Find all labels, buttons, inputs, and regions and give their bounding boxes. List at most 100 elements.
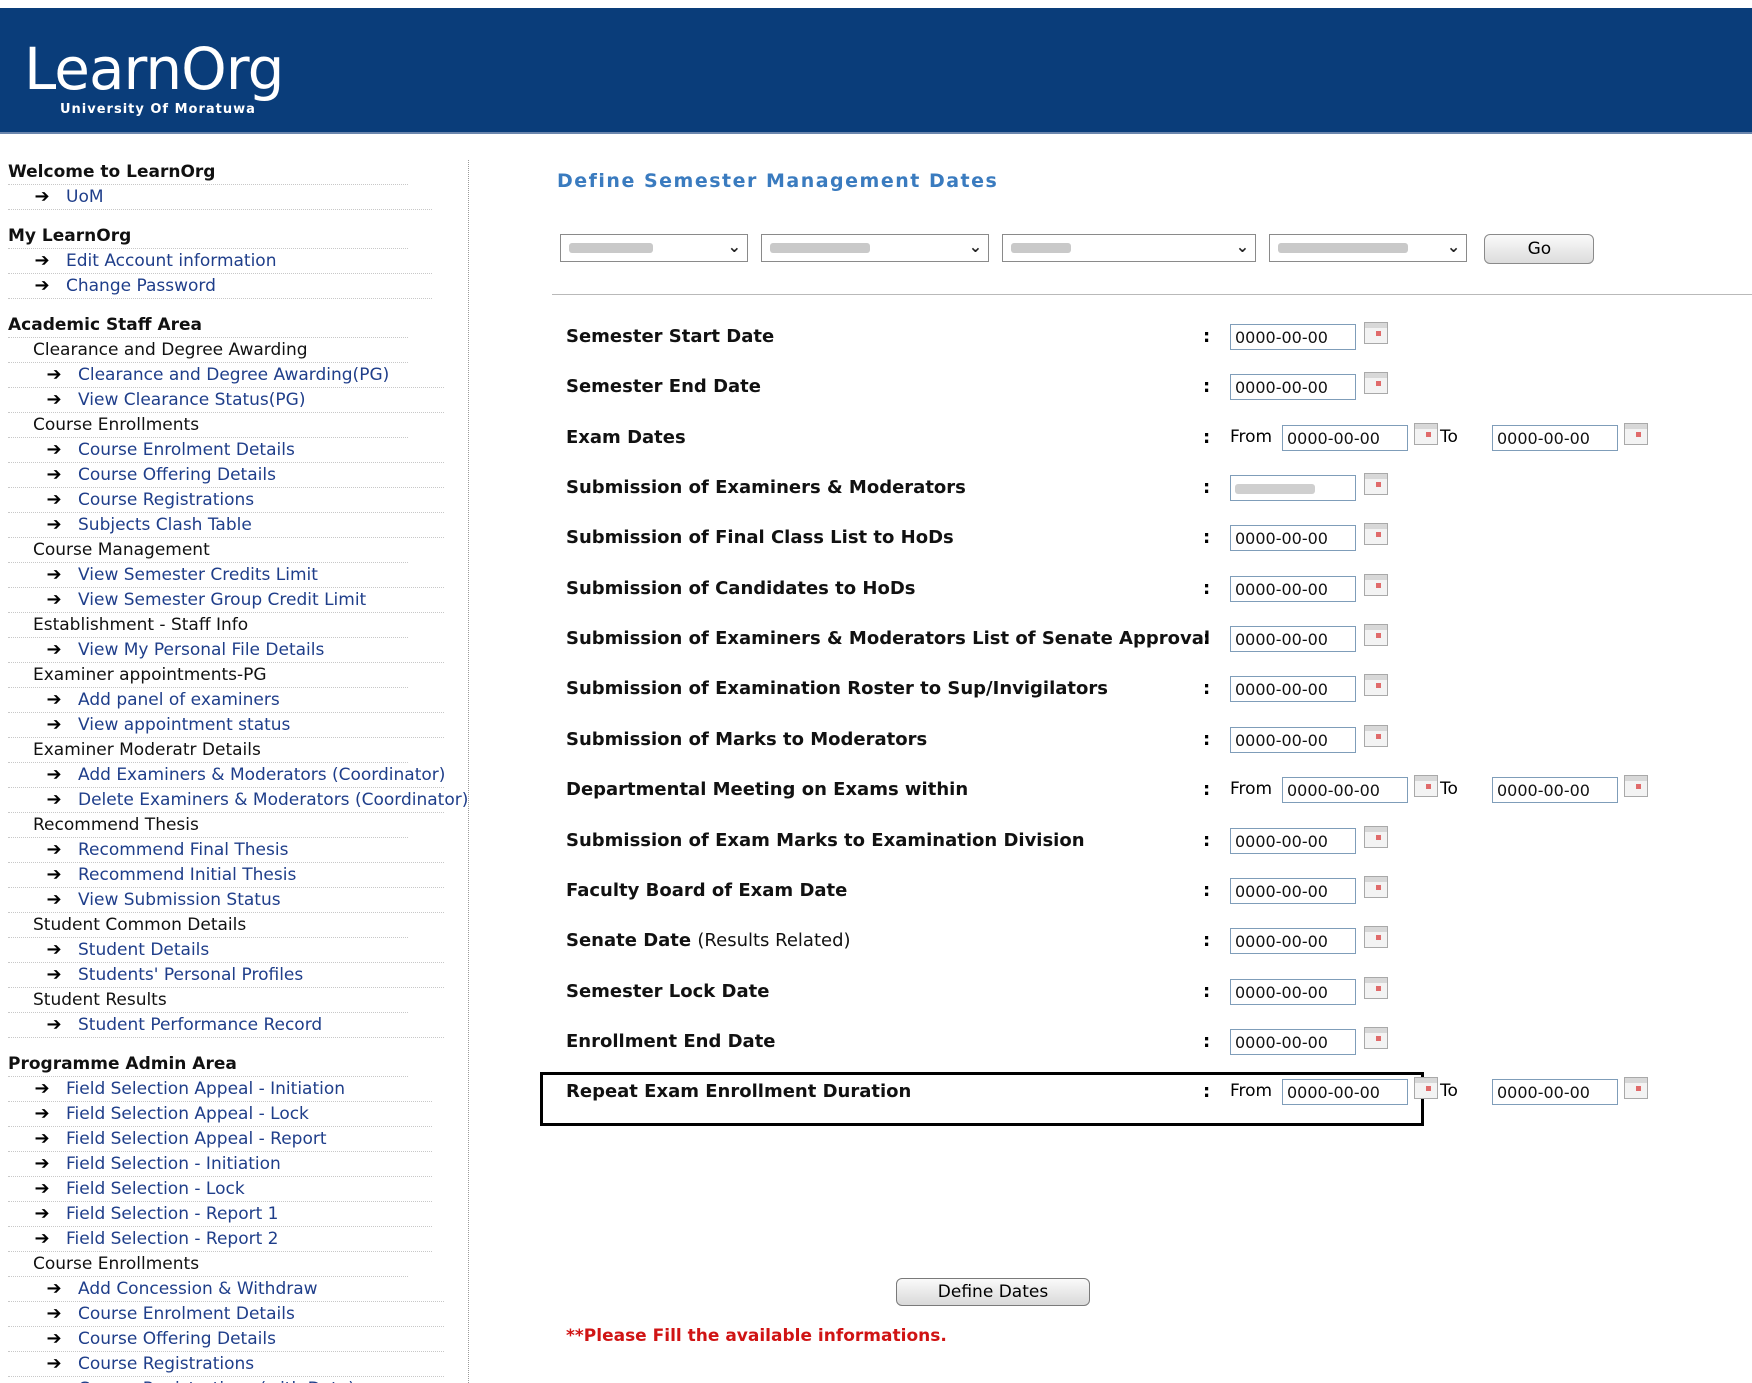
sidebar-item-link[interactable]: ➔ Edit Account information — [8, 249, 432, 274]
go-button[interactable]: Go — [1484, 234, 1595, 264]
calendar-icon[interactable] — [1414, 422, 1438, 445]
sidebar-item-link[interactable]: ➔ Recommend Final Thesis — [8, 838, 444, 863]
sidebar-item-link[interactable]: ➔ Field Selection - Report 1 — [8, 1202, 432, 1227]
date-input[interactable]: 0000-00-00 — [1230, 928, 1356, 955]
calendar-icon[interactable] — [1364, 674, 1388, 697]
arrow-right-icon: ➔ — [46, 1353, 62, 1374]
to-label: To — [1440, 426, 1458, 447]
date-input[interactable]: 0000-00-00 — [1230, 575, 1356, 602]
sidebar-item-link[interactable]: ➔ Add Examiners & Moderators (Coordinator… — [8, 763, 445, 788]
from-date-input[interactable]: 0000-00-00 — [1282, 777, 1408, 804]
sidebar-item-label: Students' Personal Profiles — [78, 965, 304, 985]
academic-year-select[interactable]: ⌄ — [761, 234, 990, 262]
date-input[interactable]: 0000-00-00 — [1230, 877, 1356, 904]
sidebar-section-title: Academic Staff Area — [8, 313, 408, 338]
calendar-icon[interactable] — [1624, 775, 1648, 798]
learnorg-logo[interactable]: LearnOrg University Of Moratuwa — [24, 40, 284, 117]
date-input[interactable]: 0000-00-00 — [1230, 726, 1356, 753]
sidebar-item-link[interactable]: ➔ Field Selection Appeal - Lock — [8, 1102, 432, 1127]
sidebar-item-link[interactable]: ➔ Clearance and Degree Awarding(PG) — [8, 363, 444, 388]
to-date-input[interactable]: 0000-00-00 — [1492, 424, 1618, 451]
sidebar-group-label: Student Results — [8, 988, 408, 1013]
sidebar-item-link[interactable]: ➔ View appointment status — [8, 713, 444, 738]
calendar-icon[interactable] — [1364, 875, 1388, 898]
sidebar-item-label: Delete Examiners & Moderators (Coordinat… — [78, 790, 469, 810]
sidebar-item-link[interactable]: ➔ Delete Examiners & Moderators (Coordina… — [8, 788, 468, 813]
calendar-icon[interactable] — [1364, 724, 1388, 747]
sidebar-item-link[interactable]: ➔ Subjects Clash Table — [8, 513, 444, 538]
sidebar-item-link[interactable]: ➔ Field Selection Appeal - Initiation — [8, 1077, 432, 1102]
from-date-input[interactable]: 0000-00-00 — [1282, 424, 1408, 451]
calendar-icon[interactable] — [1364, 624, 1388, 647]
sidebar-item-link[interactable]: ➔ View Submission Status — [8, 888, 444, 913]
date-row-label: Submission of Marks to Moderators — [566, 729, 927, 750]
sidebar-item-link[interactable]: ➔ Field Selection - Initiation — [8, 1152, 432, 1177]
date-row: Exam Dates: From 0000-00-00 To 0000-00-00 — [566, 422, 1746, 453]
sidebar-item-link[interactable]: ➔ UoM — [8, 185, 432, 210]
date-input[interactable]: 0000-00-00 — [1230, 324, 1356, 350]
sidebar-item-link[interactable]: ➔ View My Personal File Details — [8, 638, 444, 663]
date-row-label: Submission of Candidates to HoDs — [566, 578, 915, 599]
calendar-icon[interactable] — [1364, 473, 1388, 496]
sidebar-item-label: Recommend Final Thesis — [78, 840, 289, 860]
sidebar-item-link[interactable]: ➔ Recommend Initial Thesis — [8, 863, 444, 888]
sidebar-item-link[interactable]: ➔ Student Performance Record — [8, 1013, 444, 1038]
date-row-label: Departmental Meeting on Exams within — [566, 779, 968, 800]
colon-separator: : — [1203, 477, 1211, 499]
sidebar-item-link[interactable]: ➔ Course Registrations — [8, 1352, 444, 1377]
date-row: Semester End Date:0000-00-00 — [566, 372, 1746, 402]
header-banner: LearnOrg University Of Moratuwa — [0, 8, 1752, 134]
from-date-input[interactable]: 0000-00-00 — [1282, 1079, 1408, 1106]
calendar-icon[interactable] — [1624, 422, 1648, 445]
date-input[interactable]: 0000-00-00 — [1230, 676, 1356, 703]
sidebar-item-link[interactable]: ➔ Course Enrolment Details — [8, 438, 444, 463]
faculty-select[interactable]: ⌄ — [560, 234, 748, 262]
calendar-icon[interactable] — [1414, 775, 1438, 798]
sidebar-item-link[interactable]: ➔ Course Offering Details — [8, 1327, 444, 1352]
to-date-input[interactable]: 0000-00-00 — [1492, 1079, 1618, 1106]
to-date-input[interactable]: 0000-00-00 — [1492, 777, 1618, 804]
level-select[interactable]: ⌄ — [1002, 234, 1257, 262]
calendar-icon[interactable] — [1624, 1077, 1648, 1100]
define-dates-button[interactable]: Define Dates — [896, 1278, 1090, 1306]
date-row-label-text: Exam Dates — [566, 426, 686, 448]
date-input[interactable] — [1230, 475, 1356, 502]
arrow-right-icon: ➔ — [46, 889, 62, 910]
sidebar-item-link[interactable]: ➔ Field Selection - Report 2 — [8, 1227, 432, 1252]
sidebar-item-link[interactable]: ➔ Course Registrations (with Date) — [8, 1377, 444, 1383]
calendar-icon[interactable] — [1364, 976, 1388, 999]
date-input[interactable]: 0000-00-00 — [1230, 827, 1356, 854]
sidebar-item-link[interactable]: ➔ Student Details — [8, 938, 444, 963]
from-label: From — [1230, 779, 1273, 800]
sidebar-item-link[interactable]: ➔ Change Password — [8, 274, 432, 299]
calendar-icon[interactable] — [1364, 825, 1388, 848]
sidebar-item-link[interactable]: ➔ Course Registrations — [8, 488, 444, 513]
sidebar-item-link[interactable]: ➔ Course Offering Details — [8, 463, 444, 488]
calendar-icon[interactable] — [1364, 523, 1388, 546]
sidebar-item-link[interactable]: ➔ Students' Personal Profiles — [8, 963, 444, 988]
date-input[interactable]: 0000-00-00 — [1230, 626, 1356, 653]
calendar-icon[interactable] — [1364, 322, 1388, 344]
colon-separator: : — [1203, 577, 1211, 599]
calendar-icon[interactable] — [1364, 573, 1388, 596]
sidebar-item-link[interactable]: ➔ Add panel of examiners — [8, 688, 444, 713]
date-input[interactable]: 0000-00-00 — [1230, 374, 1356, 401]
date-input[interactable]: 0000-00-00 — [1230, 978, 1356, 1005]
sidebar-item-link[interactable]: ➔ Field Selection - Lock — [8, 1177, 432, 1202]
sidebar-item-link[interactable]: ➔ View Semester Group Credit Limit — [8, 588, 444, 613]
semester-select[interactable]: ⌄ — [1269, 234, 1468, 262]
date-input[interactable]: 0000-00-00 — [1230, 1028, 1356, 1055]
date-row-label-text: Submission of Examination Roster to Sup/… — [566, 678, 1108, 700]
date-input[interactable]: 0000-00-00 — [1230, 525, 1356, 552]
calendar-icon[interactable] — [1364, 1026, 1388, 1049]
sidebar-item-link[interactable]: ➔ Add Concession & Withdraw — [8, 1277, 444, 1302]
calendar-icon[interactable] — [1414, 1077, 1438, 1100]
calendar-icon[interactable] — [1364, 372, 1388, 395]
calendar-icon[interactable] — [1364, 926, 1388, 949]
sidebar-item-link[interactable]: ➔ Course Enrolment Details — [8, 1302, 444, 1327]
colon-separator: : — [1203, 628, 1211, 650]
sidebar-group-label: Establishment - Staff Info — [8, 613, 408, 638]
sidebar-item-link[interactable]: ➔ Field Selection Appeal - Report — [8, 1127, 432, 1152]
sidebar-item-link[interactable]: ➔ View Clearance Status(PG) — [8, 388, 444, 413]
sidebar-item-link[interactable]: ➔ View Semester Credits Limit — [8, 563, 444, 588]
